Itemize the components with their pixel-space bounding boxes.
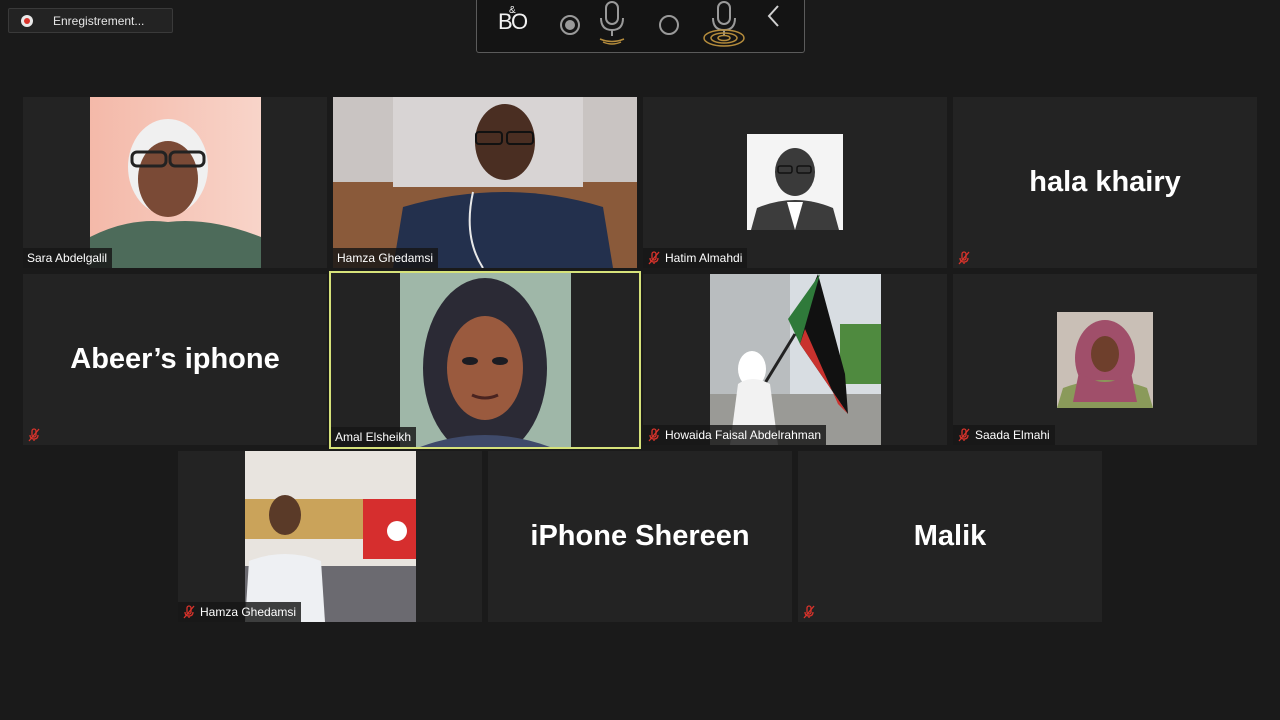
bo-logo: B O & xyxy=(497,2,529,36)
participant-display-name: iPhone Shereen xyxy=(530,520,750,552)
muted-microphone-icon xyxy=(648,251,660,265)
participant-video xyxy=(400,273,571,447)
participant-name: Amal Elsheikh xyxy=(335,430,412,444)
participant-label: Saada Elmahi xyxy=(953,425,1055,445)
stop-button[interactable] xyxy=(658,14,680,36)
microphone-icon xyxy=(599,1,625,45)
record-button[interactable] xyxy=(559,14,581,36)
participant-tile[interactable]: Hamza Ghedamsi xyxy=(333,97,637,268)
participant-tile-active-speaker[interactable]: Amal Elsheikh xyxy=(329,271,641,449)
participant-label: Hamza Ghedamsi xyxy=(333,248,439,268)
participant-tile[interactable]: Hatim Almahdi xyxy=(643,97,947,268)
participant-label: Sara Abdelgalil xyxy=(23,248,113,268)
participant-avatar xyxy=(747,134,843,230)
participant-tile[interactable]: Sara Abdelgalil xyxy=(23,97,327,268)
participant-name: Hatim Almahdi xyxy=(665,251,743,265)
recording-indicator[interactable]: Enregistrement... xyxy=(8,8,173,33)
participant-label: Howaida Faisal Abdelrahman xyxy=(643,425,827,445)
participant-label: Hatim Almahdi xyxy=(643,248,748,268)
participant-label: Hamza Ghedamsi xyxy=(178,602,302,622)
participant-display-name: Malik xyxy=(913,520,987,552)
muted-microphone-icon xyxy=(28,428,40,442)
participant-video xyxy=(90,97,261,268)
participant-display-name: Abeer’s iphone xyxy=(70,343,280,375)
participant-video xyxy=(710,274,881,445)
participant-label: Amal Elsheikh xyxy=(331,427,417,447)
participant-tile[interactable]: Hamza Ghedamsi xyxy=(178,451,482,622)
participant-video xyxy=(245,451,416,622)
participant-name: Hamza Ghedamsi xyxy=(337,251,434,265)
top-toolbar: B O & xyxy=(476,0,805,53)
recording-label: Enregistrement... xyxy=(53,13,145,28)
muted-microphone-icon xyxy=(183,605,195,619)
participant-name: Sara Abdelgalil xyxy=(27,251,108,265)
muted-microphone-icon xyxy=(803,605,815,619)
meeting-window: Enregistrement... B O & Sara Abdelgalil … xyxy=(0,0,1280,720)
chevron-left-icon xyxy=(767,5,779,27)
participant-tile[interactable]: iPhone Shereen xyxy=(488,451,792,622)
muted-microphone-icon xyxy=(648,428,660,442)
record-icon xyxy=(21,14,33,27)
collapse-button[interactable] xyxy=(762,2,786,30)
muted-microphone-icon xyxy=(958,251,970,265)
microphone-level-icon xyxy=(703,1,745,47)
participant-name: Saada Elmahi xyxy=(975,428,1050,442)
participant-tile[interactable]: Malik xyxy=(798,451,1102,622)
muted-microphone-icon xyxy=(958,428,970,442)
participant-tile[interactable]: Saada Elmahi xyxy=(953,274,1257,445)
microphone-button[interactable] xyxy=(593,0,631,48)
participant-name: Hamza Ghedamsi xyxy=(200,605,297,619)
participant-display-name: hala khairy xyxy=(1029,166,1181,198)
participant-name: Howaida Faisal Abdelrahman xyxy=(665,428,822,442)
participant-tile[interactable]: Abeer’s iphone xyxy=(23,274,327,445)
participant-video xyxy=(333,97,637,268)
microphone-level-button[interactable] xyxy=(699,0,749,48)
participant-tile[interactable]: hala khairy xyxy=(953,97,1257,268)
participant-avatar xyxy=(1057,312,1153,408)
participant-tile[interactable]: Howaida Faisal Abdelrahman xyxy=(643,274,947,445)
